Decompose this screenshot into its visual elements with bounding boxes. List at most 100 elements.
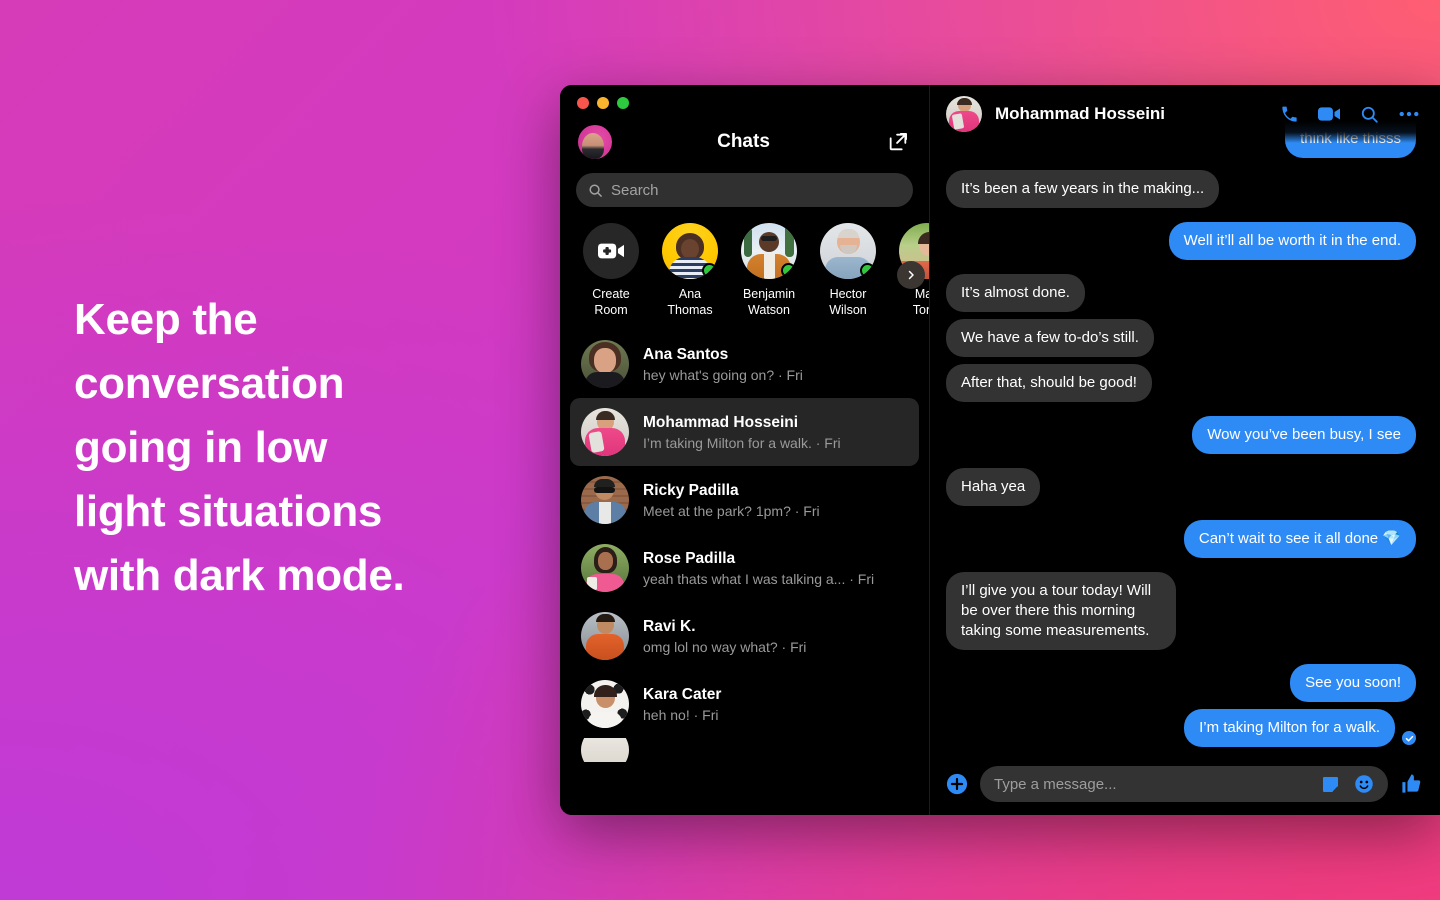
chat-list-item-ana-santos[interactable]: Ana Santos hey what's going on? · Fri xyxy=(570,330,919,398)
chat-item-name: Ana Santos xyxy=(643,345,729,363)
avatar xyxy=(662,223,718,279)
messenger-window: Chats Search Create Room Ana Thomas Benj… xyxy=(560,85,1440,815)
message-row-incoming[interactable]: It’s almost done. xyxy=(946,274,1416,312)
search-placeholder: Search xyxy=(611,181,659,199)
search-container: Search xyxy=(560,169,929,217)
window-controls xyxy=(560,85,929,115)
message-bubble[interactable]: I’m taking Milton for a walk. xyxy=(1184,709,1395,747)
chat-item-text: Ana Santos hey what's going on? · Fri xyxy=(643,346,803,383)
message-row-incoming[interactable]: After that, should be good! xyxy=(946,364,1416,402)
chat-item-name: Ravi K. xyxy=(643,617,696,635)
message-input-placeholder: Type a message... xyxy=(994,775,1117,793)
user-avatar[interactable] xyxy=(578,125,612,159)
promo-headline: Keep the conversation going in low light… xyxy=(74,288,504,608)
search-icon xyxy=(588,183,603,198)
avatar[interactable] xyxy=(946,96,982,132)
video-plus-icon xyxy=(583,223,639,279)
message-bubble[interactable]: Haha yea xyxy=(946,468,1041,506)
message-row-incoming[interactable]: It’s been a few years in the making... xyxy=(946,170,1416,208)
sticker-icon[interactable] xyxy=(1320,774,1341,795)
message-bubble[interactable]: Can’t wait to see it all done 💎 xyxy=(1183,520,1416,558)
chat-item-preview: omg lol no way what? · Fri xyxy=(643,638,807,655)
message-row-incoming[interactable]: I’ll give you a tour today! Will be over… xyxy=(946,572,1416,650)
message-row-outgoing[interactable]: I’m taking Milton for a walk. xyxy=(946,709,1416,747)
active-item-label: Benjamin Watson xyxy=(742,287,796,317)
chat-item-name: Mohammad Hosseini xyxy=(643,413,799,431)
chat-item-preview: hey what's going on? · Fri xyxy=(643,366,803,383)
chat-list-item-mohammad-hosseini[interactable]: Mohammad Hosseini I’m taking Milton for … xyxy=(570,398,919,466)
message-bubble[interactable]: It’s been a few years in the making... xyxy=(946,170,1220,208)
video-call-icon[interactable] xyxy=(1318,103,1340,125)
message-composer: Type a message... xyxy=(930,753,1440,815)
message-row-incoming[interactable]: Haha yea xyxy=(946,468,1416,506)
sidebar: Chats Search Create Room Ana Thomas Benj… xyxy=(560,85,930,815)
active-item-label: Create Room xyxy=(592,287,630,317)
chat-item-text: Kara Cater heh no! · Fri xyxy=(643,686,721,723)
message-bubble[interactable]: I’ll give you a tour today! Will be over… xyxy=(946,572,1176,650)
seen-check-icon xyxy=(1402,731,1416,745)
avatar xyxy=(581,476,629,524)
avatar xyxy=(581,408,629,456)
active-now-row[interactable]: Create Room Ana Thomas Benjamin Watson H… xyxy=(560,217,929,324)
chat-list-item-rose-padilla[interactable]: Rose Padilla yeah thats what I was talki… xyxy=(570,534,919,602)
promo-line: with dark mode. xyxy=(74,551,405,600)
chat-item-preview: I’m taking Milton for a walk. · Fri xyxy=(643,434,841,451)
message-row-outgoing[interactable]: See you soon! xyxy=(946,664,1416,702)
active-item-label: Ana Thomas xyxy=(667,287,713,317)
maximize-window-button[interactable] xyxy=(617,97,629,109)
avatar xyxy=(581,612,629,660)
compose-icon[interactable] xyxy=(885,129,911,155)
avatar xyxy=(581,680,629,728)
message-row-incoming[interactable]: We have a few to-do’s still. xyxy=(946,319,1416,357)
active-item-create-room[interactable]: Create Room xyxy=(580,223,642,318)
message-bubble[interactable]: Wow you’ve been busy, I see xyxy=(1192,416,1416,454)
emoji-icon[interactable] xyxy=(1353,774,1374,795)
thumbs-up-icon[interactable] xyxy=(1400,772,1424,796)
avatar xyxy=(741,223,797,279)
message-row-outgoing[interactable]: Can’t wait to see it all done 💎 xyxy=(946,520,1416,558)
chat-item-name: Ricky Padilla xyxy=(643,481,739,499)
chat-item-text: Ravi K. omg lol no way what? · Fri xyxy=(643,618,806,655)
avatar xyxy=(581,544,629,592)
conversation-contact-name: Mohammad Hosseini xyxy=(995,104,1166,123)
chat-item-preview: yeah thats what I was talking a... · Fri xyxy=(643,570,875,587)
search-input[interactable]: Search xyxy=(576,173,913,207)
more-options-icon[interactable] xyxy=(1398,103,1420,125)
chat-list-item-ravi-k[interactable]: Ravi K. omg lol no way what? · Fri xyxy=(570,602,919,670)
message-bubble[interactable]: It’s almost done. xyxy=(946,274,1085,312)
active-item-hector-wilson[interactable]: Hector Wilson xyxy=(817,223,879,318)
chevron-right-icon[interactable] xyxy=(897,261,925,289)
message-row-outgoing[interactable]: Well it’ll all be worth it in the end. xyxy=(946,222,1416,260)
message-row-outgoing[interactable]: Wow you’ve been busy, I see xyxy=(946,416,1416,454)
chat-item-text: Rose Padilla yeah thats what I was talki… xyxy=(643,550,874,587)
avatar xyxy=(581,340,629,388)
conversation-header: Mohammad Hosseini xyxy=(930,85,1440,143)
promo-line: conversation xyxy=(74,359,345,408)
chat-list-item-partial[interactable] xyxy=(570,738,919,762)
active-item-ana-thomas[interactable]: Ana Thomas xyxy=(659,223,721,318)
message-bubble[interactable]: Well it’ll all be worth it in the end. xyxy=(1168,222,1416,260)
message-list[interactable]: think like thisss It’s been a few years … xyxy=(930,85,1440,753)
promo-line: Keep the xyxy=(74,295,258,344)
chat-list[interactable]: Ana Santos hey what's going on? · Fri Mo… xyxy=(560,324,929,815)
plus-circle-icon[interactable] xyxy=(946,773,968,795)
search-conversation-icon[interactable] xyxy=(1358,103,1380,125)
message-bubble[interactable]: See you soon! xyxy=(1290,664,1416,702)
active-item-benjamin-watson[interactable]: Benjamin Watson xyxy=(738,223,800,318)
conversation-actions xyxy=(1278,103,1420,125)
chat-list-item-ricky-padilla[interactable]: Ricky Padilla Meet at the park? 1pm? · F… xyxy=(570,466,919,534)
chat-item-name: Rose Padilla xyxy=(643,549,736,567)
avatar xyxy=(581,738,629,762)
minimize-window-button[interactable] xyxy=(597,97,609,109)
message-input[interactable]: Type a message... xyxy=(980,766,1388,802)
voice-call-icon[interactable] xyxy=(1278,103,1300,125)
page-title: Chats xyxy=(717,131,770,152)
conversation-pane: Mohammad Hosseini think like thisss xyxy=(930,85,1440,815)
close-window-button[interactable] xyxy=(577,97,589,109)
promo-line: going in low xyxy=(74,423,328,472)
chat-list-item-kara-cater[interactable]: Kara Cater heh no! · Fri xyxy=(570,670,919,738)
message-bubble[interactable]: After that, should be good! xyxy=(946,364,1152,402)
message-bubble[interactable]: We have a few to-do’s still. xyxy=(946,319,1154,357)
online-indicator xyxy=(702,263,717,278)
active-item-label: Hector Wilson xyxy=(829,287,867,317)
